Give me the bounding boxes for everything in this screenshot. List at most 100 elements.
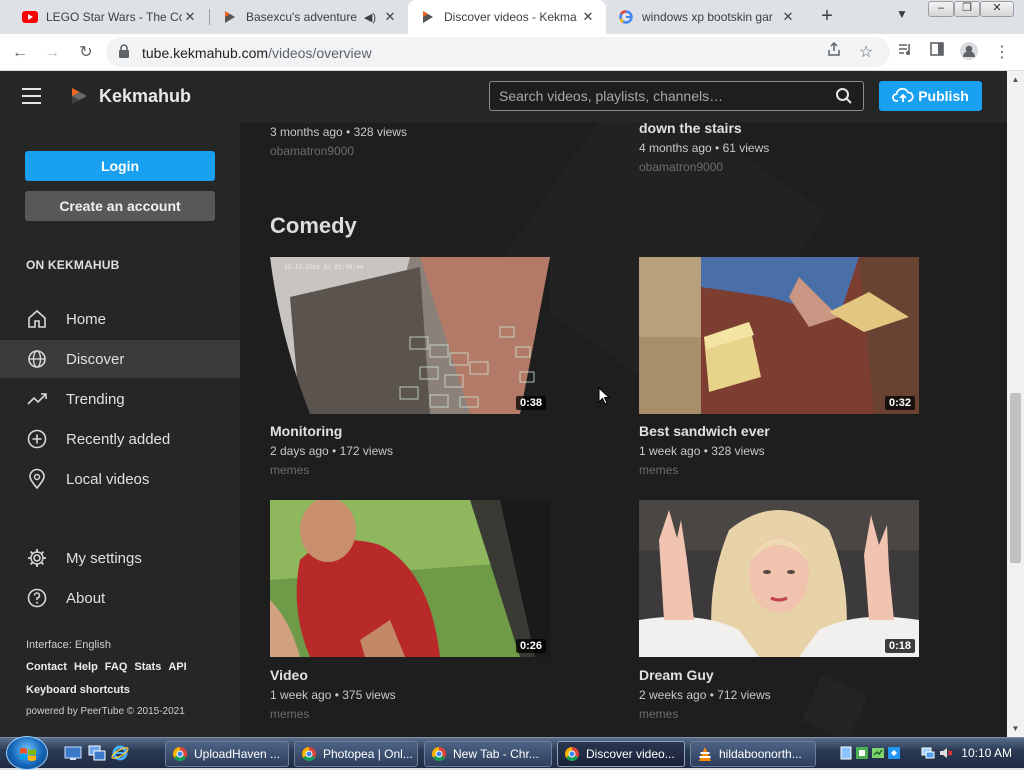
browser-tab-active[interactable]: Discover videos - Kekma ✕ xyxy=(408,0,606,34)
keyboard-shortcuts-link[interactable]: Keyboard shortcuts xyxy=(26,684,130,696)
video-thumbnail[interactable]: 0:26 xyxy=(270,500,550,657)
footer-link-faq[interactable]: FAQ xyxy=(105,661,128,673)
sidebar-item-about[interactable]: About xyxy=(0,579,240,617)
publish-button[interactable]: Publish xyxy=(879,81,982,111)
search-input[interactable] xyxy=(490,82,820,110)
scroll-down-icon[interactable]: ▼ xyxy=(1007,720,1024,737)
chevron-down-icon[interactable]: ▼ xyxy=(896,7,908,21)
taskbar-label: New Tab - Chr... xyxy=(453,747,539,761)
thumbnail-image xyxy=(639,500,919,657)
share-icon[interactable] xyxy=(822,41,846,65)
hamburger-menu-icon[interactable] xyxy=(22,88,41,104)
video-thumbnail[interactable]: 0:18 xyxy=(639,500,919,657)
network-icon[interactable] xyxy=(921,746,935,760)
profile-icon[interactable] xyxy=(957,41,981,65)
video-duration: 0:18 xyxy=(884,639,915,653)
help-icon xyxy=(27,588,47,608)
footer-link-contact[interactable]: Contact xyxy=(26,661,67,673)
vlc-icon xyxy=(699,747,711,761)
media-control-icon[interactable] xyxy=(893,41,917,65)
video-channel[interactable]: memes xyxy=(639,707,771,721)
close-icon[interactable]: ✕ xyxy=(382,9,398,25)
sidebar-item-home[interactable]: Home xyxy=(0,300,240,338)
kekmahub-logo-icon[interactable] xyxy=(68,85,90,107)
menu-dots-icon[interactable]: ⋮ xyxy=(990,41,1014,65)
footer-link-api[interactable]: API xyxy=(168,661,186,673)
site-brand[interactable]: Kekmahub xyxy=(99,86,191,107)
close-icon[interactable]: ✕ xyxy=(182,9,198,25)
video-channel[interactable]: obamatron9000 xyxy=(639,160,769,174)
video-thumbnail[interactable]: 0:32 xyxy=(639,257,919,414)
publish-label: Publish xyxy=(918,88,969,104)
powered-by[interactable]: powered by PeerTube © 2015-2021 xyxy=(26,706,185,717)
video-channel[interactable]: memes xyxy=(270,463,393,477)
scrollbar-thumb[interactable] xyxy=(1010,393,1021,563)
youtube-icon xyxy=(22,9,38,25)
taskbar-clock[interactable]: 10:10 AM xyxy=(961,746,1012,760)
switch-windows-icon[interactable] xyxy=(88,744,106,762)
taskbar-button-active[interactable]: Discover video... xyxy=(557,741,685,767)
login-button[interactable]: Login xyxy=(25,151,215,181)
lock-icon[interactable] xyxy=(118,44,132,60)
close-icon[interactable]: ✕ xyxy=(780,9,796,25)
start-button[interactable] xyxy=(6,736,48,770)
url-host: tube.kekmahub.com xyxy=(142,45,269,61)
plus-circle-icon xyxy=(27,429,47,449)
interface-language[interactable]: Interface: English xyxy=(26,639,111,651)
search-box xyxy=(489,81,864,111)
side-panel-icon[interactable] xyxy=(925,41,949,65)
sidebar-item-discover[interactable]: Discover xyxy=(0,340,240,378)
tray-app-icon[interactable] xyxy=(855,746,869,760)
sidebar-item-label: Trending xyxy=(66,390,125,408)
taskbar-button[interactable]: hildaboonorth... xyxy=(690,741,816,767)
search-icon[interactable] xyxy=(835,87,853,105)
video-title[interactable]: Dream Guy xyxy=(639,667,771,683)
tray-app-icon[interactable] xyxy=(887,746,901,760)
video-title[interactable]: Best sandwich ever xyxy=(639,423,770,439)
bookmark-star-icon[interactable]: ☆ xyxy=(854,41,878,65)
video-channel[interactable]: memes xyxy=(639,463,770,477)
forward-icon[interactable]: → xyxy=(40,41,64,65)
taskbar-button[interactable]: Photopea | Onl... xyxy=(294,741,418,767)
tab-title: windows xp bootskin gar xyxy=(642,10,773,24)
footer-link-stats[interactable]: Stats xyxy=(134,661,161,673)
tray-app-icon[interactable] xyxy=(839,746,853,760)
browser-tab[interactable]: Basexcu's adventure ◀) ✕ xyxy=(210,0,408,34)
sidebar-item-local-videos[interactable]: Local videos xyxy=(0,460,240,498)
footer-links: Contact Help FAQ Stats API xyxy=(26,661,194,673)
reload-icon[interactable]: ↻ xyxy=(74,41,98,65)
window-close-button[interactable]: ✕ xyxy=(980,1,1014,17)
browser-tab[interactable]: windows xp bootskin gar ✕ xyxy=(606,0,806,34)
internet-explorer-icon[interactable] xyxy=(111,744,129,762)
show-desktop-icon[interactable] xyxy=(64,744,82,762)
tray-app-icon[interactable] xyxy=(871,746,885,760)
video-thumbnail[interactable]: 12-13-2018 01 01:08:44 0:38 xyxy=(270,257,550,414)
scroll-up-icon[interactable]: ▲ xyxy=(1007,71,1024,88)
video-channel[interactable]: obamatron9000 xyxy=(270,144,407,158)
new-tab-button[interactable]: + xyxy=(814,4,840,30)
footer-link-help[interactable]: Help xyxy=(74,661,98,673)
page-scrollbar[interactable]: ▲ ▼ xyxy=(1007,71,1024,737)
maximize-button[interactable]: ❐ xyxy=(954,1,980,17)
volume-muted-icon[interactable] xyxy=(939,746,953,760)
browser-tab[interactable]: LEGO Star Wars - The Co ✕ xyxy=(10,0,208,34)
video-channel[interactable]: memes xyxy=(270,707,396,721)
video-title[interactable]: down the stairs xyxy=(639,123,769,136)
taskbar-label: UploadHaven ... xyxy=(194,747,281,761)
footer-shortcuts: Keyboard shortcuts xyxy=(26,684,137,696)
video-title[interactable]: Monitoring xyxy=(270,423,393,439)
address-bar[interactable]: tube.kekmahub.com/videos/overview xyxy=(106,37,890,67)
speaker-icon[interactable]: ◀) xyxy=(364,11,376,24)
sidebar-item-trending[interactable]: Trending xyxy=(0,380,240,418)
taskbar-button[interactable]: New Tab - Chr... xyxy=(424,741,552,767)
sidebar-item-recently-added[interactable]: Recently added xyxy=(0,420,240,458)
video-title[interactable]: Video xyxy=(270,667,396,683)
close-icon[interactable]: ✕ xyxy=(580,9,596,25)
section-title[interactable]: Comedy xyxy=(270,213,357,239)
taskbar-button[interactable]: UploadHaven ... xyxy=(165,741,289,767)
minimize-button[interactable]: – xyxy=(928,1,954,17)
back-icon[interactable]: ← xyxy=(8,41,32,65)
google-icon xyxy=(618,9,634,25)
sidebar-item-my-settings[interactable]: My settings xyxy=(0,539,240,577)
create-account-button[interactable]: Create an account xyxy=(25,191,215,221)
